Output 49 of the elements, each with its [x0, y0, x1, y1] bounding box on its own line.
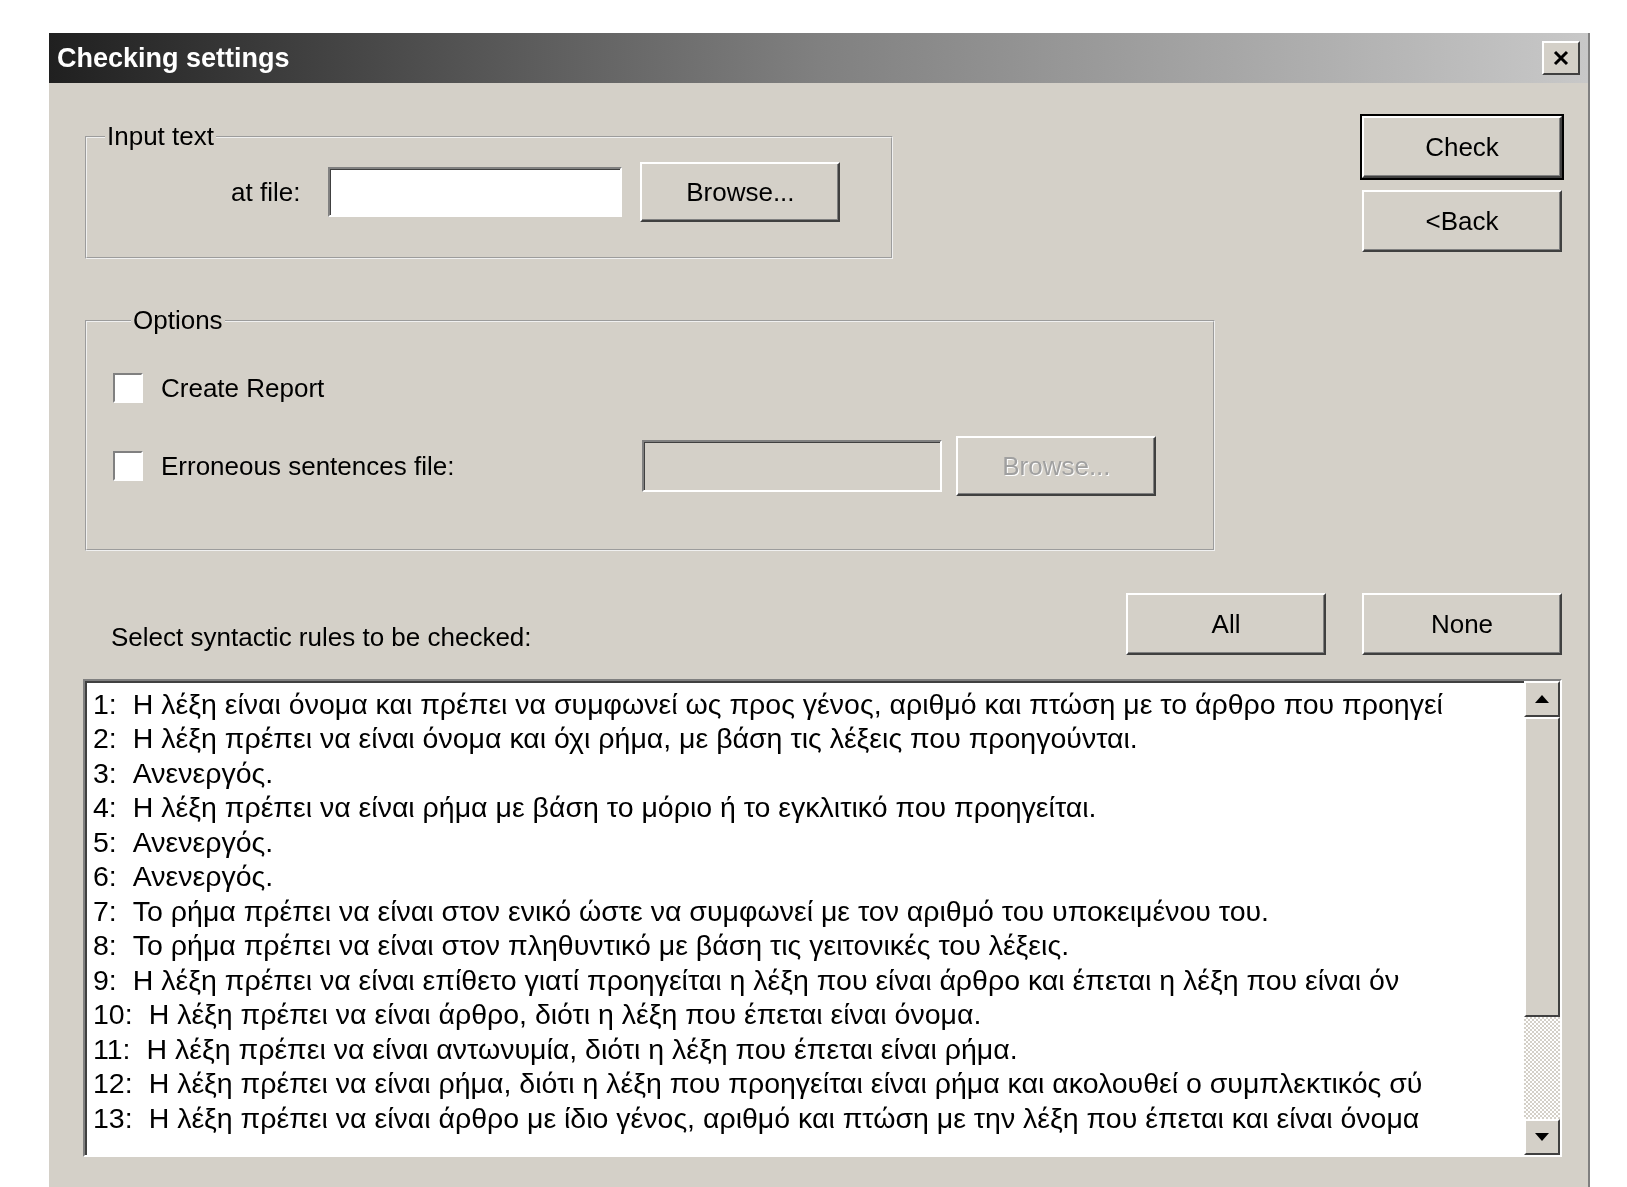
group-label: Options	[132, 305, 224, 336]
up-arrow-icon	[1534, 694, 1550, 704]
file-field[interactable]	[328, 167, 623, 217]
rule-text[interactable]: Η λέξη είναι όνομα και πρέπει να συμφωνεί ως προς γένος, αριθμό και πτώση με το άρθρο που προηγεί	[132, 687, 1443, 721]
scroll-thumb[interactable]	[1524, 717, 1560, 1017]
select-button[interactable]: All	[1126, 593, 1326, 655]
group-label: Input text	[106, 121, 215, 152]
rule-text[interactable]: Η λέξη πρέπει να είναι ρήμα, διότι η λέξη που προηγείται είναι ρήμα και ακολουθεί ο συμπλεκτικός σύ	[148, 1067, 1423, 1101]
rule-text[interactable]: Το ρήμα πρέπει να είναι στον πληθυντικό με βάση τις γειτονικές του λέξεις.	[132, 929, 1070, 963]
checkbox[interactable]	[113, 373, 143, 403]
rule-text[interactable]: Ανενεργός.	[132, 825, 274, 859]
rule-text[interactable]: Ανενεργός.	[132, 860, 274, 894]
rule-text[interactable]: Η λέξη πρέπει να είναι άρθρο, διότι η λέξη που έπεται είναι όνομα.	[148, 998, 982, 1032]
rule-text[interactable]: Η λέξη πρέπει να είναι ρήμα με βάση το μόριο ή το εγκλιτικό που προηγείται.	[132, 791, 1097, 825]
rule-text[interactable]: Ανενεργός.	[132, 756, 274, 790]
close-button[interactable]	[1542, 41, 1580, 75]
scroll-down-button[interactable]	[1524, 1119, 1560, 1155]
rule-number: 2:	[93, 722, 117, 756]
rule-number: 1:	[93, 687, 117, 721]
rule-text[interactable]: Η λέξη πρέπει να είναι άρθρο με ίδιο γένος, αριθμό και πτώση με την λέξη που έπεται και είναι όνομα	[148, 1101, 1420, 1135]
rule-number: 13:	[93, 1101, 133, 1135]
rule-number: 3:	[93, 756, 117, 790]
action-button[interactable]: Check	[1362, 116, 1562, 178]
window-title: Checking settings	[57, 42, 290, 74]
rule-number: 12:	[93, 1067, 133, 1101]
rule-number: 5:	[93, 825, 117, 859]
rule-text[interactable]: Το ρήμα πρέπει να είναι στον ενικό ώστε να συμφωνεί με τον αριθμό του υποκειμένου του.	[132, 894, 1269, 928]
checkbox-label: Erroneous sentences file:	[161, 450, 455, 482]
scroll-up-button[interactable]	[1524, 681, 1560, 717]
close-icon	[1552, 50, 1570, 66]
rule-text[interactable]: Η λέξη πρέπει να είναι αντωνυμία, διότι η λέξη που έπεται είναι ρήμα.	[146, 1032, 1018, 1066]
rule-number: 4:	[93, 791, 117, 825]
action-button[interactable]: <Back	[1362, 190, 1562, 252]
rule-text[interactable]: Η λέξη πρέπει να είναι όνομα και όχι ρήμα, με βάση τις λέξεις που προηγούνται.	[132, 722, 1138, 756]
field-label: at file:	[231, 176, 301, 208]
rule-number: 7:	[93, 894, 117, 928]
checkbox-label: Create Report	[161, 372, 325, 404]
scrollbar[interactable]	[1524, 681, 1560, 1155]
down-arrow-icon	[1534, 1132, 1550, 1142]
checkbox[interactable]	[113, 451, 143, 481]
rule-number: 11:	[93, 1032, 131, 1066]
rules-label: Select syntactic rules to be checked:	[111, 622, 532, 653]
rule-number: 10:	[93, 998, 133, 1032]
select-button[interactable]: None	[1362, 593, 1562, 655]
rule-number: 9:	[93, 963, 117, 997]
rule-number: 6:	[93, 860, 117, 894]
browse-button[interactable]: Browse...	[640, 162, 841, 222]
rule-text[interactable]: Η λέξη πρέπει να είναι επίθετο γιατί προηγείται η λέξη που είναι άρθρο και έπεται η λέξη που είναι όν	[132, 963, 1400, 997]
rule-number: 8:	[93, 929, 117, 963]
